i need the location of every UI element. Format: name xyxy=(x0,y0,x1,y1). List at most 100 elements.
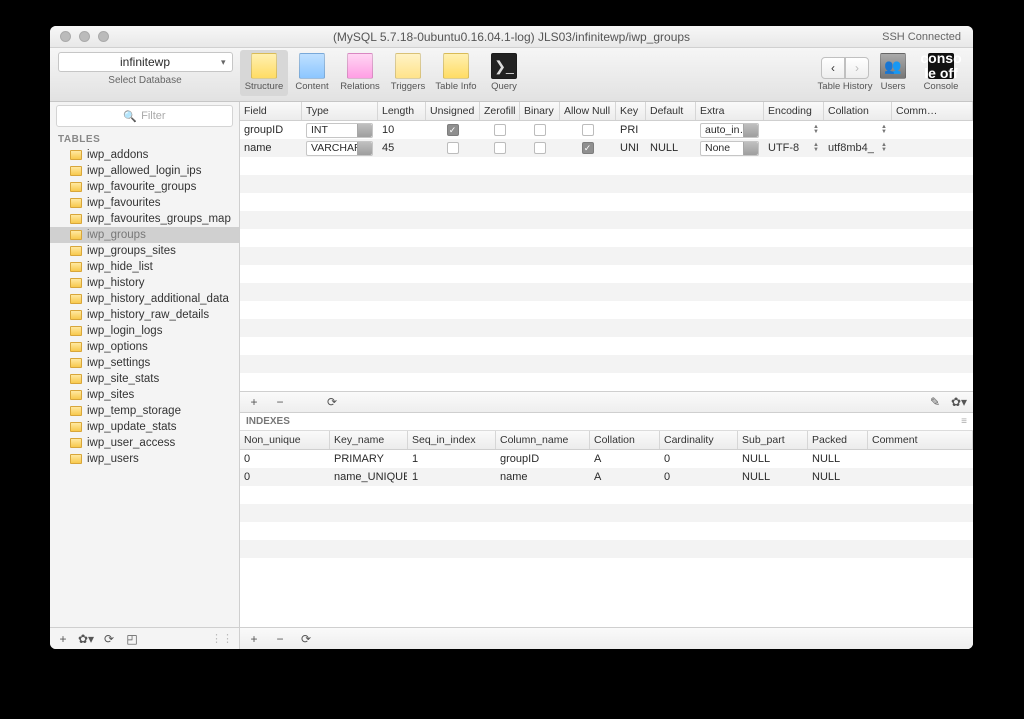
extra-select[interactable]: None xyxy=(700,141,759,156)
sidebar-item-iwp-sites[interactable]: iwp_sites xyxy=(50,387,239,403)
sidebar-item-iwp-allowed-login-ips[interactable]: iwp_allowed_login_ips xyxy=(50,163,239,179)
checkbox-icon[interactable] xyxy=(447,142,459,154)
encoding-stepper[interactable]: ▲▼ xyxy=(813,125,819,135)
checkbox-icon[interactable]: ✓ xyxy=(447,124,459,136)
sidebar-item-iwp-groups-sites[interactable]: iwp_groups_sites xyxy=(50,243,239,259)
index-row[interactable]: 0name_UNIQUE1nameA0NULLNULL xyxy=(240,468,973,486)
sidebar-item-iwp-users[interactable]: iwp_users xyxy=(50,451,239,467)
window-title: (MySQL 5.7.18-0ubuntu0.16.04.1-log) JLS0… xyxy=(333,30,690,44)
sidebar-item-iwp-update-stats[interactable]: iwp_update_stats xyxy=(50,419,239,435)
sidebar-item-iwp-history[interactable]: iwp_history xyxy=(50,275,239,291)
add-table-button[interactable]: + xyxy=(52,630,74,648)
field-header-allownull[interactable]: Allow Null xyxy=(560,102,616,120)
users-button[interactable]: 👥Users xyxy=(869,50,917,96)
tab-query[interactable]: ❯_Query xyxy=(480,50,528,96)
history-back-button[interactable]: ‹ xyxy=(821,57,845,79)
index-header-columnname[interactable]: Column_name xyxy=(496,431,590,449)
field-header-binary[interactable]: Binary xyxy=(520,102,560,120)
checkbox-icon[interactable]: ✓ xyxy=(582,142,594,154)
index-header-packed[interactable]: Packed xyxy=(808,431,868,449)
sidebar-refresh-button[interactable]: ⟳ xyxy=(98,630,120,648)
remove-field-button[interactable]: − xyxy=(270,394,290,410)
database-select[interactable]: infinitewp xyxy=(58,52,233,72)
close-icon[interactable] xyxy=(60,31,71,42)
field-row[interactable]: nameVARCHAR45✓UNINULLNoneUTF-8▲▼utf8mb4_… xyxy=(240,139,973,157)
duplicate-field-button[interactable]: ⵬ xyxy=(296,394,316,410)
console-button[interactable]: conso le offConsole xyxy=(917,50,965,96)
fields-grid[interactable]: groupIDINT10✓PRIauto_in…▲▼▲▼nameVARCHAR4… xyxy=(240,121,973,391)
index-header-keyname[interactable]: Key_name xyxy=(330,431,408,449)
type-select[interactable]: VARCHAR xyxy=(306,141,373,156)
field-header-collation[interactable]: Collation xyxy=(824,102,892,120)
minimize-icon[interactable] xyxy=(79,31,90,42)
filter-placeholder: Filter xyxy=(141,110,165,122)
field-header-unsigned[interactable]: Unsigned xyxy=(426,102,480,120)
extra-select[interactable]: auto_in… xyxy=(700,123,759,138)
indexes-grid[interactable]: 0PRIMARY1groupIDA0NULLNULL0name_UNIQUE1n… xyxy=(240,450,973,627)
field-header-extra[interactable]: Extra xyxy=(696,102,764,120)
index-header-seqinindex[interactable]: Seq_in_index xyxy=(408,431,496,449)
collation-stepper[interactable]: ▲▼ xyxy=(881,125,887,135)
sidebar-window-button[interactable]: ◰ xyxy=(121,630,143,648)
tab-structure[interactable]: Structure xyxy=(240,50,288,96)
checkbox-icon[interactable] xyxy=(534,124,546,136)
index-header-collation[interactable]: Collation xyxy=(590,431,660,449)
checkbox-icon[interactable] xyxy=(534,142,546,154)
tab-triggers[interactable]: Triggers xyxy=(384,50,432,96)
tab-relations[interactable]: Relations xyxy=(336,50,384,96)
sidebar-item-iwp-user-access[interactable]: iwp_user_access xyxy=(50,435,239,451)
checkbox-icon[interactable] xyxy=(494,142,506,154)
fields-gear-button[interactable]: ✿▾ xyxy=(949,394,969,410)
index-row[interactable]: 0PRIMARY1groupIDA0NULLNULL xyxy=(240,450,973,468)
checkbox-icon[interactable] xyxy=(582,124,594,136)
resize-grip-icon[interactable]: ⋮⋮ xyxy=(211,632,237,645)
sidebar-item-iwp-site-stats[interactable]: iwp_site_stats xyxy=(50,371,239,387)
sidebar-item-iwp-history-additional-data[interactable]: iwp_history_additional_data xyxy=(50,291,239,307)
field-header-length[interactable]: Length xyxy=(378,102,426,120)
sidebar-item-iwp-temp-storage[interactable]: iwp_temp_storage xyxy=(50,403,239,419)
type-select[interactable]: INT xyxy=(306,123,373,138)
indexes-menu-icon[interactable]: ≡ xyxy=(961,416,967,427)
sidebar-item-iwp-login-logs[interactable]: iwp_login_logs xyxy=(50,323,239,339)
sidebar-item-label: iwp_login_logs xyxy=(87,325,162,337)
field-header-key[interactable]: Key xyxy=(616,102,646,120)
field-header-type[interactable]: Type xyxy=(302,102,378,120)
checkbox-icon[interactable] xyxy=(494,124,506,136)
sidebar-item-iwp-options[interactable]: iwp_options xyxy=(50,339,239,355)
sidebar-item-iwp-history-raw-details[interactable]: iwp_history_raw_details xyxy=(50,307,239,323)
field-header-zerofill[interactable]: Zerofill xyxy=(480,102,520,120)
index-header-comment[interactable]: Comment xyxy=(868,431,973,449)
filter-input[interactable]: 🔍 Filter xyxy=(56,105,233,127)
index-header-cardinality[interactable]: Cardinality xyxy=(660,431,738,449)
tab-relations-label: Relations xyxy=(340,81,380,92)
encoding-stepper[interactable]: ▲▼ xyxy=(813,143,819,153)
field-header-default[interactable]: Default xyxy=(646,102,696,120)
index-header-subpart[interactable]: Sub_part xyxy=(738,431,808,449)
field-row[interactable]: groupIDINT10✓PRIauto_in…▲▼▲▼ xyxy=(240,121,973,139)
sidebar-item-iwp-favourite-groups[interactable]: iwp_favourite_groups xyxy=(50,179,239,195)
field-header-encoding[interactable]: Encoding xyxy=(764,102,824,120)
remove-index-button[interactable]: − xyxy=(270,631,290,647)
field-header-field[interactable]: Field xyxy=(240,102,302,120)
refresh-indexes-button[interactable]: ⟳ xyxy=(296,631,316,647)
sidebar-item-iwp-favourites[interactable]: iwp_favourites xyxy=(50,195,239,211)
empty-row xyxy=(240,211,973,229)
table-history[interactable]: ‹ › Table History xyxy=(821,50,869,96)
sidebar-item-iwp-addons[interactable]: iwp_addons xyxy=(50,147,239,163)
sidebar-item-iwp-groups[interactable]: iwp_groups xyxy=(50,227,239,243)
add-index-button[interactable]: + xyxy=(244,631,264,647)
sidebar-gear-button[interactable]: ✿▾ xyxy=(75,630,97,648)
sidebar-item-iwp-settings[interactable]: iwp_settings xyxy=(50,355,239,371)
zoom-icon[interactable] xyxy=(98,31,109,42)
add-field-button[interactable]: + xyxy=(244,394,264,410)
refresh-fields-button[interactable]: ⟳ xyxy=(322,394,342,410)
history-forward-button[interactable]: › xyxy=(845,57,869,79)
sidebar-item-iwp-hide-list[interactable]: iwp_hide_list xyxy=(50,259,239,275)
tab-content[interactable]: Content xyxy=(288,50,336,96)
tab-tableinfo[interactable]: Table Info xyxy=(432,50,480,96)
collation-stepper[interactable]: ▲▼ xyxy=(881,143,887,153)
sidebar-item-iwp-favourites-groups-map[interactable]: iwp_favourites_groups_map xyxy=(50,211,239,227)
edit-field-button[interactable]: ✎ xyxy=(925,394,945,410)
index-header-nonunique[interactable]: Non_unique xyxy=(240,431,330,449)
field-header-comm[interactable]: Comm… xyxy=(892,102,973,120)
